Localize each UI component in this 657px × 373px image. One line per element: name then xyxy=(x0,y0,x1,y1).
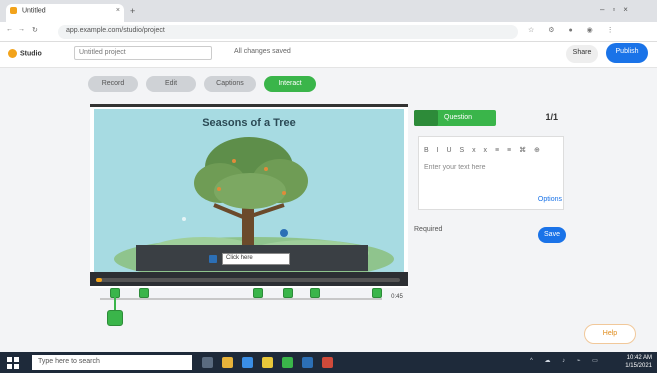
logo-text: Studio xyxy=(20,50,42,58)
app-icon[interactable] xyxy=(322,357,333,368)
clock-date: 1/15/2021 xyxy=(625,363,652,369)
question-counter: 1/1 xyxy=(545,112,558,122)
progress-fill xyxy=(96,278,103,282)
logo-icon xyxy=(8,49,17,58)
url-field[interactable]: app.example.com/studio/project xyxy=(58,25,518,39)
tab-edit[interactable]: Edit xyxy=(146,76,196,92)
share-button[interactable]: Share xyxy=(566,45,598,63)
duration-label: 0:45 xyxy=(391,294,403,300)
tab-interact[interactable]: Interact xyxy=(264,76,316,92)
new-tab-icon[interactable]: + xyxy=(130,6,135,16)
editor-options-link[interactable]: Options xyxy=(518,196,562,203)
reload-icon[interactable]: ↻ xyxy=(32,26,38,34)
question-type-label: Question xyxy=(444,114,473,121)
project-title-field[interactable]: Untitled project xyxy=(74,46,212,60)
nav-forward-icon[interactable]: → xyxy=(18,26,25,33)
hotspot-label[interactable]: Click here xyxy=(222,253,290,265)
publish-button[interactable]: Publish xyxy=(606,43,648,63)
task-view-icon[interactable] xyxy=(202,357,213,368)
interaction-marker[interactable] xyxy=(310,288,320,298)
editor-input[interactable]: Enter your text here xyxy=(424,164,558,178)
app-icon[interactable] xyxy=(262,357,273,368)
editor-toolbar[interactable]: B I U S x x ≡ ≡ ⌘ ⊕ xyxy=(424,146,558,158)
playhead-handle[interactable] xyxy=(107,310,123,326)
app-icon[interactable] xyxy=(282,357,293,368)
browser-icon[interactable] xyxy=(242,357,253,368)
interaction-marker[interactable] xyxy=(253,288,263,298)
required-toggle-label: Required xyxy=(414,226,443,233)
question-icon xyxy=(414,110,438,126)
clock-time: 10:42 AM xyxy=(626,355,652,361)
save-button[interactable]: Save xyxy=(538,227,566,243)
app-logo[interactable]: Studio xyxy=(8,46,68,62)
browser-tab[interactable]: Untitled × xyxy=(6,4,124,22)
help-button[interactable]: Help xyxy=(584,324,636,344)
interaction-track[interactable] xyxy=(100,298,382,300)
system-tray-icons[interactable]: ^ ☁ ♪ ⌁ ▭ xyxy=(530,357,603,364)
hotspot-icon[interactable] xyxy=(209,255,217,263)
tab-favicon-icon xyxy=(10,7,17,14)
saved-status: All changes saved xyxy=(234,48,291,55)
windows-start-icon[interactable] xyxy=(6,356,20,370)
window-controls[interactable]: –▫× xyxy=(600,5,636,14)
tab-captions[interactable]: Captions xyxy=(204,76,256,92)
app-icon[interactable] xyxy=(302,357,313,368)
tab-close-icon[interactable]: × xyxy=(116,7,120,14)
interaction-marker[interactable] xyxy=(283,288,293,298)
taskbar-clock[interactable]: 10:42 AM 1/15/2021 xyxy=(610,354,652,370)
progress-track[interactable] xyxy=(96,278,400,282)
tab-title: Untitled xyxy=(21,7,46,15)
interaction-marker[interactable] xyxy=(139,288,149,298)
taskbar-search-input[interactable]: Type here to search xyxy=(32,355,192,370)
tab-record[interactable]: Record xyxy=(88,76,138,92)
interaction-marker[interactable] xyxy=(372,288,382,298)
extension-icons[interactable]: ☆ ⚙ ● ◉ ⋮ xyxy=(528,26,620,34)
nav-back-icon[interactable]: ← xyxy=(6,26,13,33)
file-explorer-icon[interactable] xyxy=(222,357,233,368)
